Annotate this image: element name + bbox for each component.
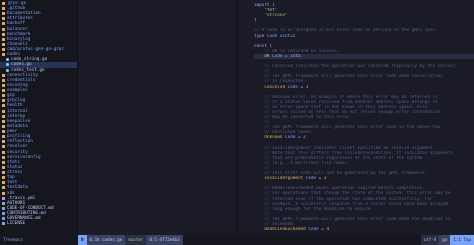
folder-icon (2, 160, 5, 164)
file-explorer: grpc-go .github Documentation attributes ba… (0, 0, 78, 245)
code-token: Canceled (254, 84, 286, 90)
code-token: Code (305, 227, 319, 233)
go-file-icon (6, 68, 9, 72)
folder-icon (2, 78, 5, 82)
code-token: Code (264, 33, 278, 39)
code-token: Code (285, 84, 298, 90)
folder-icon (2, 140, 5, 144)
folder-icon (2, 150, 5, 154)
go-file-icon (6, 58, 9, 62)
tree-item-label: LICENSE (7, 221, 26, 227)
editor-pane-right[interactable]: import ( "fmt" "strconv")// A Code is an… (238, 0, 474, 235)
code-token: OK (254, 53, 270, 59)
code-token: DeadlineExceeded (254, 227, 306, 233)
code-token: 2 (303, 135, 306, 141)
folder-icon (2, 176, 5, 180)
yaml-file-icon (2, 196, 5, 200)
folder-icon (2, 135, 5, 139)
folder-icon (2, 181, 5, 185)
code-token: // long enough for the deadline to expir… (254, 206, 373, 212)
code-token: ) (254, 18, 257, 24)
folder-icon (2, 42, 5, 46)
code-line[interactable]: // Canceled indicates the operation was … (254, 64, 474, 69)
file-icon (2, 201, 5, 205)
folder-icon (2, 99, 5, 103)
folder-icon (2, 32, 5, 36)
file-tree: .github Documentation attributes backoff bal… (0, 6, 77, 226)
explorer-title: Treemacs (3, 237, 24, 243)
status-bar: Treemacs N 0.1k codes.go master 0:1-4772… (0, 235, 474, 245)
markdown-file-icon (2, 212, 5, 216)
code-token: // Canceled indicates the operation was … (254, 64, 459, 70)
folder-icon (2, 104, 5, 108)
editor-area: import ( "fmt" "strconv")// A Code is an… (78, 0, 474, 235)
folder-icon (2, 2, 5, 5)
status-encoding: utf-8 (420, 235, 440, 245)
editor-pane-left[interactable] (78, 0, 238, 235)
markdown-file-icon (2, 206, 5, 210)
markdown-file-icon (2, 217, 5, 221)
code-token: Code (303, 176, 317, 182)
folder-icon (2, 171, 5, 175)
code-token: = (316, 176, 324, 182)
folder-icon (2, 27, 5, 31)
folder-icon (2, 73, 5, 77)
folder-icon (2, 48, 5, 52)
folder-icon (2, 124, 5, 128)
folder-icon (2, 83, 5, 87)
folder-icon (2, 119, 5, 123)
status-git-branch: master (125, 235, 147, 245)
folder-icon (2, 130, 5, 134)
code-token: "strconv" (254, 13, 288, 19)
folder-icon (2, 94, 5, 98)
code-token: Code (269, 53, 283, 59)
folder-icon (2, 37, 5, 41)
code-token: 1 (305, 84, 309, 90)
explorer-title-segment: Treemacs (0, 235, 78, 245)
folder-icon (2, 17, 5, 21)
vim-mode-indicator: N (78, 235, 87, 245)
status-spacer (183, 235, 421, 245)
code-token: type (254, 33, 265, 39)
file-icon (2, 222, 5, 226)
code-token: uint32 (277, 33, 296, 39)
folder-icon (2, 89, 5, 93)
code-token: iota (290, 53, 301, 59)
code-line[interactable]: DeadlineExceeded Code = 4 (254, 227, 474, 232)
go-file-icon (6, 63, 9, 67)
code-token: 3 (323, 176, 327, 182)
tree-file[interactable]: LICENSE (0, 221, 77, 226)
folder-icon (2, 22, 5, 26)
folder-icon (2, 114, 5, 118)
status-cursor-position: 1:1 Top (450, 235, 474, 245)
code-token: 4 (326, 227, 330, 233)
folder-icon (2, 165, 5, 169)
code-buffer[interactable]: import ( "fmt" "strconv")// A Code is an… (254, 3, 474, 232)
folder-icon (2, 145, 5, 149)
folder-icon (2, 191, 5, 195)
folder-icon (2, 155, 5, 159)
code-token: = (295, 135, 304, 141)
code-token: InvalidArgument (254, 176, 304, 182)
code-token: Code (282, 135, 296, 141)
folder-icon (2, 7, 5, 11)
folder-icon (2, 109, 5, 113)
status-commit: 0:1-4772e4b3 (146, 235, 183, 245)
folder-icon (2, 12, 5, 16)
folder-open-icon (2, 53, 5, 57)
code-token: = (297, 84, 306, 90)
code-token: Unknown (254, 135, 283, 141)
status-file-name: 0.1k codes.go (86, 235, 126, 245)
folder-icon (2, 186, 5, 190)
status-filetype: go (439, 235, 451, 245)
